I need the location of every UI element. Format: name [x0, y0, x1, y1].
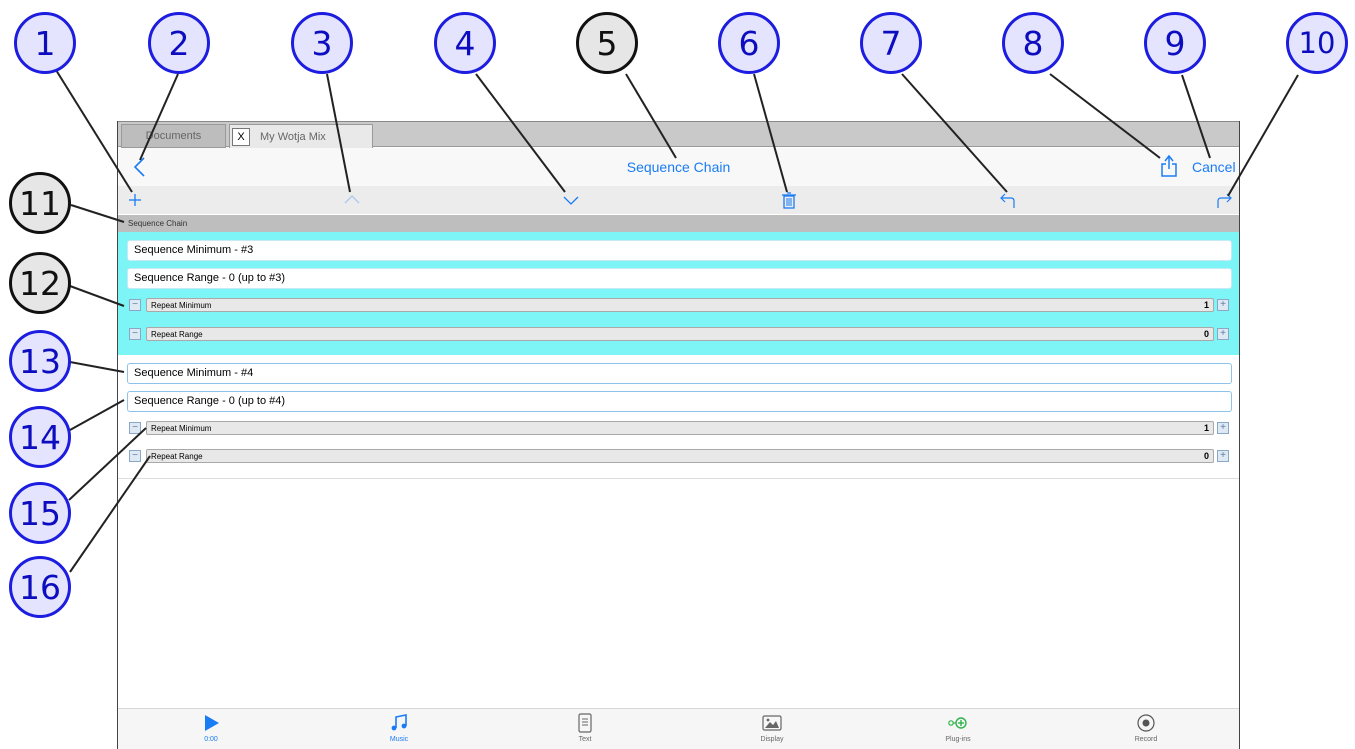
text-document-icon	[578, 713, 592, 733]
sequence-minimum-field[interactable]: Sequence Minimum - #3	[127, 240, 1232, 261]
repeat-minimum-value: 1	[1203, 423, 1209, 433]
repeat-range-value: 0	[1203, 329, 1209, 339]
repeat-range-stepper: − Repeat Range 0 +	[127, 449, 1232, 465]
increment-button[interactable]: +	[1217, 450, 1229, 462]
sequence-range-field[interactable]: Sequence Range - 0 (up to #4)	[127, 391, 1232, 412]
tab-documents[interactable]: Documents	[121, 124, 226, 148]
tab-text-label: Text	[578, 736, 592, 743]
repeat-minimum-stepper: − Repeat Minimum 1 +	[127, 298, 1232, 314]
redo-icon[interactable]	[1215, 191, 1233, 209]
cancel-button[interactable]: Cancel	[1192, 159, 1236, 175]
callout-15: 15	[9, 482, 71, 544]
callout-12: 12	[9, 252, 71, 314]
play-icon	[205, 715, 219, 731]
sequence-group-selected[interactable]: Sequence Minimum - #3 Sequence Range - 0…	[118, 232, 1239, 355]
document-tab-bar: Documents X My Wotja Mix	[118, 121, 1239, 148]
tab-music[interactable]: Music	[339, 713, 459, 749]
undo-icon[interactable]	[999, 191, 1017, 209]
tab-my-wotja-mix-label: My Wotja Mix	[260, 130, 326, 143]
image-icon	[762, 715, 782, 731]
decrement-button[interactable]: −	[129, 328, 141, 340]
bottom-tab-bar: 0:00 Music Text Display Plug-ins Record	[118, 708, 1239, 749]
repeat-range-slider[interactable]: Repeat Range 0	[146, 327, 1214, 341]
callout-13: 13	[9, 330, 71, 392]
repeat-minimum-label: Repeat Minimum	[151, 424, 212, 433]
tab-text[interactable]: Text	[525, 713, 645, 749]
plus-icon[interactable]	[126, 191, 144, 209]
callout-14: 14	[9, 406, 71, 468]
decrement-button[interactable]: −	[129, 422, 141, 434]
music-note-icon	[391, 714, 407, 731]
sequence-minimum-field[interactable]: Sequence Minimum - #4	[127, 363, 1232, 384]
decrement-button[interactable]: −	[129, 299, 141, 311]
navigation-bar: Sequence Chain Cancel	[118, 148, 1239, 186]
callout-10: 10	[1286, 12, 1348, 74]
record-icon	[1137, 714, 1155, 732]
sequence-range-field[interactable]: Sequence Range - 0 (up to #3)	[127, 268, 1232, 289]
chevron-down-icon[interactable]	[562, 191, 580, 209]
repeat-minimum-value: 1	[1203, 300, 1209, 310]
repeat-range-value: 0	[1203, 451, 1209, 461]
tab-play-label: 0:00	[204, 736, 218, 743]
tab-plug-ins-label: Plug-ins	[945, 736, 971, 743]
decrement-button[interactable]: −	[129, 450, 141, 462]
increment-button[interactable]: +	[1217, 328, 1229, 340]
callout-2: 2	[148, 12, 210, 74]
plugin-icon	[948, 717, 967, 729]
repeat-range-slider[interactable]: Repeat Range 0	[146, 449, 1214, 463]
app-screen: Documents X My Wotja Mix Sequence Chain …	[117, 121, 1240, 749]
increment-button[interactable]: +	[1217, 422, 1229, 434]
sequence-group[interactable]: Sequence Minimum - #4 Sequence Range - 0…	[118, 355, 1239, 479]
callout-3: 3	[291, 12, 353, 74]
repeat-minimum-slider[interactable]: Repeat Minimum 1	[146, 298, 1214, 312]
trash-icon[interactable]	[780, 191, 798, 209]
tab-record[interactable]: Record	[1086, 713, 1206, 749]
repeat-range-label: Repeat Range	[151, 452, 203, 461]
edit-toolbar	[118, 186, 1239, 214]
callout-9: 9	[1144, 12, 1206, 74]
chevron-up-icon[interactable]	[343, 191, 361, 209]
callout-6: 6	[718, 12, 780, 74]
tab-display[interactable]: Display	[712, 713, 832, 749]
tab-my-wotja-mix[interactable]: X My Wotja Mix	[229, 124, 373, 148]
share-icon[interactable]	[1159, 154, 1179, 178]
callout-4: 4	[434, 12, 496, 74]
repeat-minimum-label: Repeat Minimum	[151, 301, 212, 310]
callout-11: 11	[9, 172, 71, 234]
tab-play[interactable]: 0:00	[151, 713, 271, 749]
tab-record-label: Record	[1134, 736, 1158, 743]
repeat-minimum-slider[interactable]: Repeat Minimum 1	[146, 421, 1214, 435]
tab-plug-ins[interactable]: Plug-ins	[898, 713, 1018, 749]
callout-5: 5	[576, 12, 638, 74]
tab-display-label: Display	[760, 736, 784, 743]
callout-8: 8	[1002, 12, 1064, 74]
repeat-range-label: Repeat Range	[151, 330, 203, 339]
section-header: Sequence Chain	[118, 215, 1239, 232]
tab-close-button[interactable]: X	[232, 127, 250, 146]
repeat-minimum-stepper: − Repeat Minimum 1 +	[127, 421, 1232, 437]
tab-music-label: Music	[389, 736, 409, 743]
tab-documents-label: Documents	[145, 130, 202, 142]
repeat-range-stepper: − Repeat Range 0 +	[127, 327, 1232, 343]
callout-16: 16	[9, 556, 71, 618]
callout-7: 7	[860, 12, 922, 74]
callout-1: 1	[14, 12, 76, 74]
page-title: Sequence Chain	[626, 159, 731, 175]
increment-button[interactable]: +	[1217, 299, 1229, 311]
